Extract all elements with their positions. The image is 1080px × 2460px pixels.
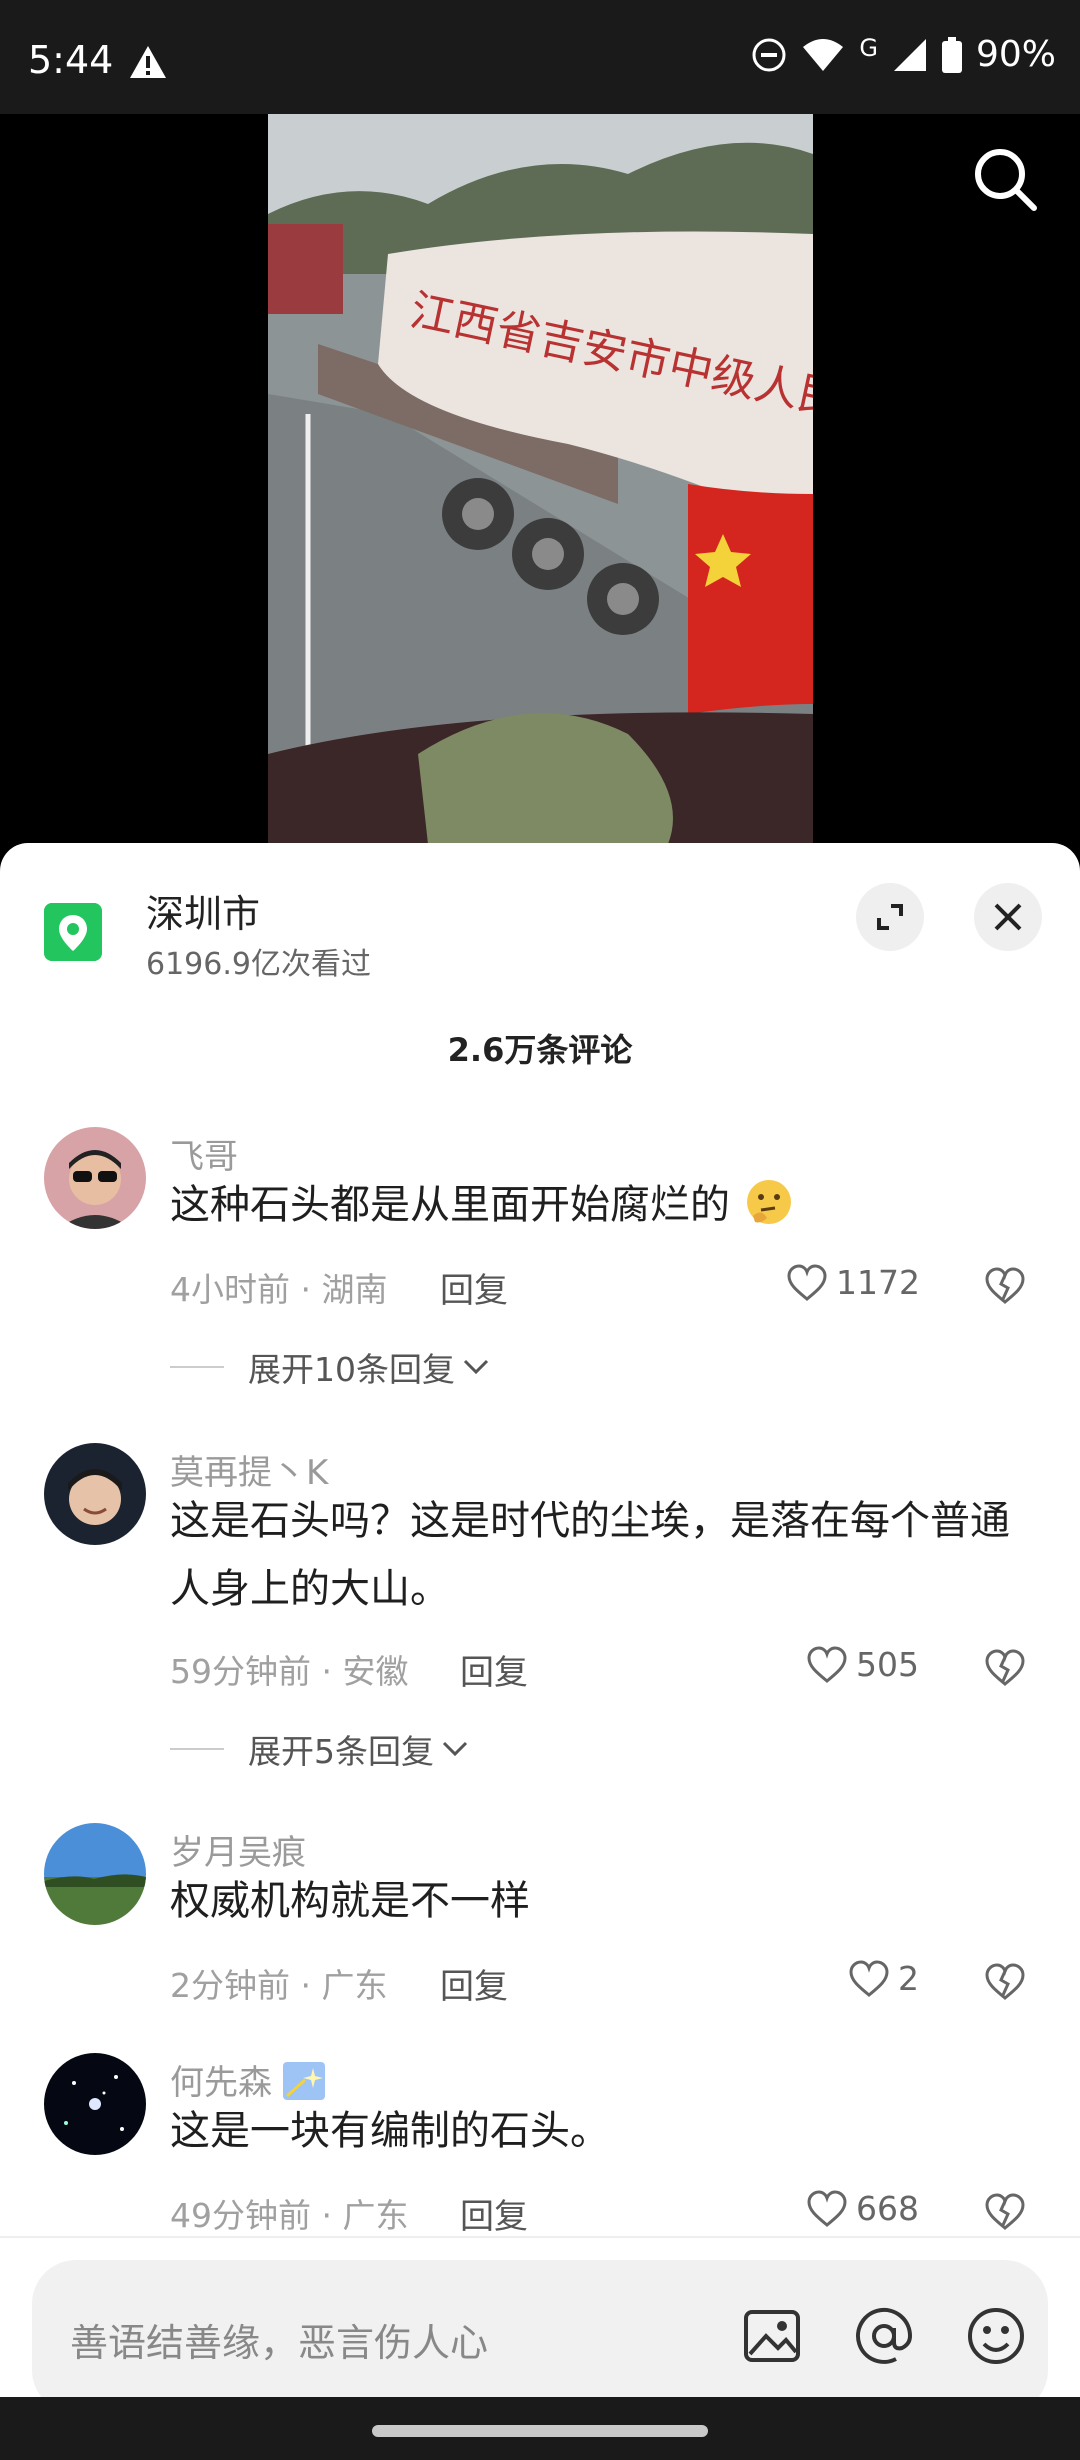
- comment-text: 权威机构就是不一样: [170, 1878, 530, 1924]
- like-count: 505: [856, 1645, 919, 1684]
- expand-dash: [170, 1748, 224, 1750]
- expand-replies[interactable]: 展开10条回复: [170, 1343, 491, 1391]
- comment-text: 这是石头吗？这是时代的尘埃，是落在每个普通人身上的大山。: [170, 1498, 1010, 1612]
- expand-icon: [877, 904, 903, 930]
- video-frame[interactable]: 江西省吉安市中级人民法: [268, 114, 813, 844]
- expand-dash: [170, 1366, 224, 1368]
- heart-icon: [849, 1959, 889, 1997]
- like-count: 668: [856, 2189, 919, 2228]
- reply-button[interactable]: 回复: [440, 1959, 508, 2008]
- heart-icon: [787, 1263, 827, 1301]
- expand-button[interactable]: [856, 883, 924, 951]
- battery-percent: 90%: [975, 34, 1056, 75]
- system-nav-bar: [0, 2397, 1080, 2460]
- close-button[interactable]: [974, 883, 1042, 951]
- location-pin-icon: [44, 903, 102, 961]
- home-gesture-pill[interactable]: [372, 2425, 708, 2437]
- close-icon: [994, 903, 1022, 931]
- mention-icon[interactable]: [848, 2300, 920, 2372]
- emoji-icon[interactable]: [960, 2300, 1032, 2372]
- dislike-icon[interactable]: [984, 1267, 1026, 1305]
- thinking-emoji-icon: [746, 1180, 791, 1224]
- expand-replies[interactable]: 展开5条回复: [170, 1725, 470, 1773]
- expand-replies-label: 展开10条回复: [248, 1350, 455, 1389]
- like-button[interactable]: 668: [806, 2189, 919, 2228]
- dislike-icon[interactable]: [984, 1963, 1026, 2001]
- wifi-icon: [803, 38, 844, 71]
- avatar[interactable]: [44, 1443, 146, 1545]
- heart-icon: [807, 2189, 847, 2227]
- heart-icon: [807, 1645, 847, 1683]
- dislike-icon[interactable]: [984, 2193, 1026, 2231]
- comments-sheet: 深圳市 6196.9亿次看过 2.6万条评论 飞哥 这种石头都是从里面开始腐烂的…: [0, 843, 1080, 2397]
- avatar[interactable]: [44, 1823, 146, 1925]
- reply-button[interactable]: 回复: [460, 1645, 528, 1694]
- dnd-icon: [752, 38, 786, 71]
- comment-input[interactable]: 善语结善缘，恶言伤人心: [32, 2260, 1048, 2414]
- reply-button[interactable]: 回复: [440, 1263, 508, 1312]
- comment-meta: 2分钟前 · 广东: [170, 1966, 388, 2005]
- comment-text: 这是一块有编制的石头。: [170, 2108, 610, 2154]
- video-still: 江西省吉安市中级人民法: [268, 114, 813, 844]
- like-button[interactable]: 2: [848, 1959, 919, 1998]
- like-count: 1172: [836, 1263, 920, 1302]
- signal-icon: [893, 38, 926, 71]
- avatar[interactable]: [44, 2053, 146, 2155]
- image-icon[interactable]: [736, 2300, 808, 2372]
- comments-count-title: 2.6万条评论: [447, 1031, 633, 1069]
- comment-text: 这种石头都是从里面开始腐烂的: [170, 1171, 1040, 1239]
- location-name[interactable]: 深圳市: [146, 883, 260, 938]
- battery-icon: [941, 36, 962, 73]
- expand-replies-label: 展开5条回复: [248, 1732, 434, 1771]
- like-button[interactable]: 505: [806, 1645, 919, 1684]
- dislike-icon[interactable]: [984, 1649, 1026, 1687]
- comment-input-placeholder: 善语结善缘，恶言伤人心: [70, 2321, 489, 2365]
- like-button[interactable]: 1172: [786, 1263, 920, 1302]
- comment-meta: 59分钟前 · 安徽: [170, 1652, 409, 1691]
- chevron-down-icon: [463, 1359, 489, 1375]
- input-divider: [0, 2236, 1080, 2238]
- location-views: 6196.9亿次看过: [146, 947, 371, 982]
- comment-meta: 4小时前 · 湖南: [170, 1270, 388, 1309]
- status-time: 5:44: [28, 38, 114, 82]
- chevron-down-icon: [442, 1741, 468, 1757]
- warning-icon: [130, 46, 166, 78]
- avatar[interactable]: [44, 1127, 146, 1229]
- sparkle-badge-icon: [282, 2062, 325, 2100]
- search-icon[interactable]: [970, 144, 1040, 214]
- status-bar: 5:44 G 90%: [0, 0, 1080, 114]
- network-type: G: [859, 33, 878, 62]
- reply-button[interactable]: 回复: [460, 2189, 528, 2238]
- comment-text-content: 这种石头都是从里面开始腐烂的: [170, 1182, 730, 1228]
- video-player[interactable]: 江西省吉安市中级人民法: [0, 114, 1080, 844]
- comment-meta: 49分钟前 · 广东: [170, 2196, 409, 2235]
- like-count: 2: [898, 1959, 919, 1998]
